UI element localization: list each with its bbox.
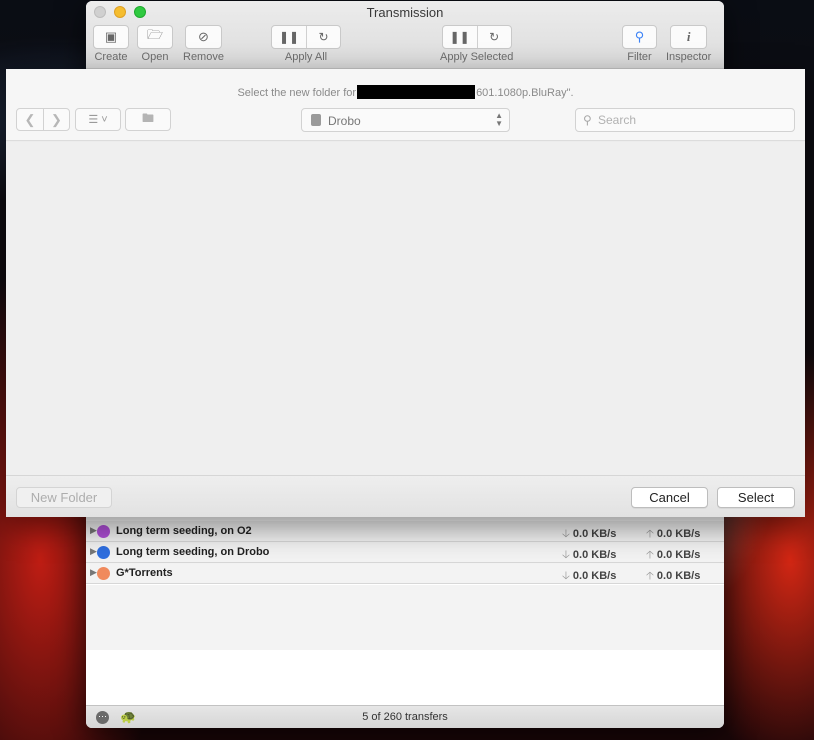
- navigation-buttons: ❮ ❯: [16, 108, 70, 131]
- upload-rate-value: 0.0 KB/s: [656, 570, 701, 582]
- download-arrow-icon: 🡣: [562, 549, 570, 561]
- open-button[interactable]: 🗁: [137, 25, 173, 49]
- upload-rate-value: 0.0 KB/s: [656, 549, 701, 561]
- group-color-dot: [97, 546, 110, 559]
- sheet-footer: New Folder Cancel Select: [6, 475, 805, 517]
- resume-selected-icon[interactable]: ↻: [476, 26, 511, 48]
- upload-arrow-icon: 🡡: [646, 570, 654, 582]
- group-name: G*Torrents: [116, 567, 173, 579]
- apply-all-label: Apply All: [284, 51, 328, 63]
- folder-open-icon: 🗁: [146, 27, 164, 42]
- pause-all-icon[interactable]: ❚❚: [272, 26, 306, 48]
- filter-label: Filter: [627, 51, 652, 63]
- download-arrow-icon: 🡣: [562, 528, 570, 540]
- disclosure-triangle-icon[interactable]: ▶: [90, 525, 97, 536]
- filter-tool[interactable]: ⚲ Filter: [622, 25, 657, 63]
- disclosure-triangle-icon[interactable]: ▶: [90, 567, 97, 578]
- create-icon: ▣: [104, 29, 118, 44]
- search-icon: ⚲: [583, 113, 592, 127]
- apply-selected-tool[interactable]: ❚❚ ↻ Apply Selected: [440, 25, 513, 63]
- resume-all-icon[interactable]: ↻: [306, 26, 340, 48]
- forward-button[interactable]: ❯: [43, 109, 69, 130]
- sheet-header: Select the new folder for 601.1080p.BluRa…: [6, 69, 805, 141]
- open-tool[interactable]: 🗁 Open: [137, 25, 173, 63]
- info-icon: i: [686, 29, 691, 44]
- back-button[interactable]: ❮: [17, 109, 43, 130]
- create-tool[interactable]: ▣ Create: [93, 25, 129, 63]
- torrent-group-list: ▶ Long term seeding, on O2 🡣 0.0 KB/s 🡡 0.…: [86, 521, 724, 584]
- search-field[interactable]: ⚲: [575, 108, 795, 132]
- group-name: Long term seeding, on Drobo: [116, 546, 270, 558]
- search-input[interactable]: [598, 112, 788, 128]
- remove-icon: ⊘: [198, 29, 209, 44]
- group-row[interactable]: ▶ G*Torrents 🡣 0.0 KB/s 🡡 0.0 KB/s: [86, 563, 724, 584]
- download-arrow-icon: 🡣: [562, 570, 570, 582]
- message-prefix: Select the new folder for: [237, 87, 357, 99]
- apply-all-segment[interactable]: ❚❚ ↻: [271, 25, 341, 49]
- inspector-tool[interactable]: i Inspector: [666, 25, 711, 63]
- pause-selected-icon[interactable]: ❚❚: [443, 26, 477, 48]
- new-folder-button[interactable]: New Folder: [16, 487, 112, 508]
- download-rate-value: 0.0 KB/s: [572, 570, 617, 582]
- window-toolbar: Transmission ▣ Create 🗁 Open ⊘ Remove ❚❚…: [86, 1, 724, 69]
- group-row[interactable]: ▶ Long term seeding, on Drobo 🡣 0.0 KB/s …: [86, 542, 724, 563]
- sheet-message: Select the new folder for 601.1080p.BluRa…: [6, 85, 805, 99]
- group-color-dot: [97, 567, 110, 580]
- new-folder-icon-button[interactable]: 🖿: [125, 108, 171, 131]
- group-row[interactable]: ▶ Long term seeding, on O2 🡣 0.0 KB/s 🡡 0.…: [86, 521, 724, 542]
- group-color-dot: [97, 525, 110, 538]
- remove-button[interactable]: ⊘: [184, 25, 222, 49]
- list-view-icon: ☰ ˅: [88, 114, 108, 126]
- chevron-updown-icon: ▲ ▼: [495, 111, 503, 128]
- remove-tool[interactable]: ⊘ Remove: [183, 25, 224, 63]
- cancel-button[interactable]: Cancel: [631, 487, 708, 508]
- window-title: Transmission: [366, 5, 444, 20]
- inspector-button[interactable]: i: [670, 25, 708, 49]
- upload-arrow-icon: 🡡: [646, 549, 654, 561]
- apply-selected-label: Apply Selected: [440, 51, 514, 63]
- location-popup[interactable]: Drobo ▲ ▼: [301, 108, 510, 132]
- download-rate-value: 0.0 KB/s: [572, 549, 617, 561]
- filter-button[interactable]: ⚲: [622, 25, 657, 49]
- upload-rate-value: 0.0 KB/s: [656, 528, 701, 540]
- apply-selected-segment[interactable]: ❚❚ ↻: [441, 25, 512, 49]
- upload-arrow-icon: 🡡: [646, 528, 654, 540]
- upload-rate: 🡡 0.0 KB/s: [646, 567, 700, 586]
- transfer-count: 5 of 260 transfers: [362, 711, 448, 723]
- drive-icon: [311, 114, 321, 126]
- list-empty-area: [86, 585, 724, 650]
- remove-label: Remove: [183, 51, 224, 63]
- select-button[interactable]: Select: [717, 487, 795, 508]
- file-browser-area[interactable]: [6, 142, 805, 475]
- apply-all-tool[interactable]: ❚❚ ↻ Apply All: [271, 25, 341, 63]
- create-button[interactable]: ▣: [93, 25, 129, 49]
- group-name: Long term seeding, on O2: [116, 525, 252, 537]
- view-options-button[interactable]: ☰ ˅: [75, 108, 121, 131]
- redaction-box: [357, 85, 476, 99]
- search-icon: ⚲: [634, 29, 645, 44]
- status-bar: ⋯ 🐢 5 of 260 transfers: [86, 705, 724, 728]
- location-label: Drobo: [328, 114, 361, 128]
- open-label: Open: [141, 51, 169, 63]
- disclosure-triangle-icon[interactable]: ▶: [90, 546, 97, 557]
- message-suffix: 601.1080p.BluRay".: [476, 87, 574, 99]
- select-folder-sheet: Select the new folder for 601.1080p.BluRa…: [6, 69, 805, 517]
- create-label: Create: [94, 51, 128, 63]
- download-rate-value: 0.0 KB/s: [572, 528, 617, 540]
- folder-icon: 🖿: [141, 111, 154, 125]
- download-rate: 🡣 0.0 KB/s: [562, 567, 616, 586]
- inspector-label: Inspector: [666, 51, 712, 63]
